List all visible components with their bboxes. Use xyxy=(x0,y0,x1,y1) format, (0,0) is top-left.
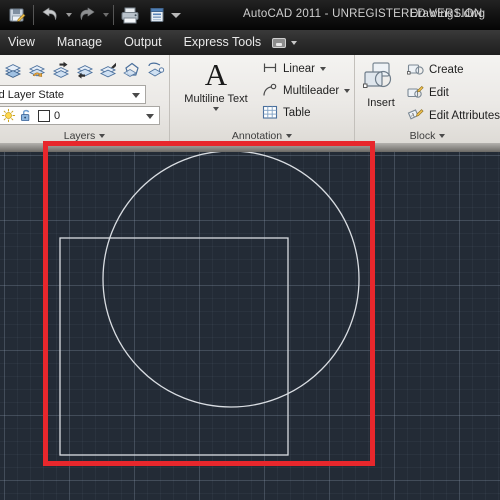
ribbon-tab-bar: View Manage Output Express Tools xyxy=(0,30,500,55)
edit-attributes-icon: A xyxy=(407,109,424,120)
svg-text:A: A xyxy=(411,112,415,118)
redo-dropdown-caret-icon[interactable] xyxy=(101,2,110,28)
table-icon xyxy=(262,105,278,119)
unlocked-padlock-icon[interactable] xyxy=(20,108,34,123)
save-as-icon[interactable] xyxy=(4,2,30,28)
block-item-list: Create Edit A Edit Attributes xyxy=(407,55,500,128)
tab-output[interactable]: Output xyxy=(113,30,173,55)
panel-block-label[interactable]: Block xyxy=(355,128,500,143)
display-panel-icon[interactable] xyxy=(272,37,287,48)
panel-block: Insert Create Edit A Edit Attributes Blo… xyxy=(355,55,500,143)
panel-layers: ved Layer State xyxy=(0,55,170,143)
layer-previous-icon[interactable] xyxy=(73,58,96,83)
text-A-icon: A xyxy=(204,57,228,92)
panel-annotation-body: A Multiline Text Linear Multileader Tabl… xyxy=(170,55,354,128)
redo-icon[interactable] xyxy=(74,2,100,28)
layer-state-combo[interactable]: ved Layer State xyxy=(0,85,146,104)
toolbar-separator-2 xyxy=(113,5,114,25)
lightbulb-on-icon[interactable] xyxy=(1,108,16,123)
layer-color-swatch[interactable] xyxy=(38,109,50,122)
panel-layers-body: ved Layer State xyxy=(0,55,169,128)
plot-icon[interactable] xyxy=(117,2,143,28)
circle-entity[interactable] xyxy=(102,152,360,408)
drawing-entities xyxy=(59,152,360,456)
block-content: Insert Create Edit A Edit Attributes xyxy=(355,55,500,128)
chevron-down-icon[interactable] xyxy=(291,40,298,45)
linear-dimension-button[interactable]: Linear xyxy=(262,60,350,77)
chevron-down-icon[interactable] xyxy=(286,133,293,138)
annotation-content: A Multiline Text Linear Multileader Tabl… xyxy=(170,55,354,128)
ribbon-bottom-strip xyxy=(0,143,500,152)
undo-dropdown-caret-icon[interactable] xyxy=(64,2,73,28)
layer-make-current-icon[interactable] xyxy=(49,58,72,83)
edit-block-label: Edit xyxy=(429,86,449,99)
undo-icon[interactable] xyxy=(37,2,63,28)
table-button[interactable]: Table xyxy=(262,104,350,121)
workspace-icon[interactable] xyxy=(144,2,170,28)
chevron-down-icon[interactable] xyxy=(319,66,326,71)
layer-change-to-current-icon[interactable] xyxy=(97,58,120,83)
square-entity[interactable] xyxy=(59,237,289,456)
panel-block-label-text: Block xyxy=(409,129,436,142)
multileader-button[interactable]: Multileader xyxy=(262,82,351,99)
drawing-canvas[interactable] xyxy=(0,152,500,500)
panel-annotation: A Multiline Text Linear Multileader Tabl… xyxy=(170,55,355,143)
toolbar-separator xyxy=(33,5,34,25)
linear-dimension-label: Linear xyxy=(283,62,315,75)
edit-attributes-label: Edit Attributes xyxy=(429,109,500,122)
ribbon: ved Layer State xyxy=(0,55,500,143)
insert-block-icon xyxy=(363,62,392,88)
current-layer-combo[interactable]: 0 xyxy=(0,106,160,125)
document-title: Drawing1.dwg xyxy=(410,8,486,20)
chevron-down-icon[interactable] xyxy=(132,93,140,98)
layer-freeze-icon[interactable] xyxy=(144,58,167,83)
edit-attributes-button[interactable]: A Edit Attributes xyxy=(407,107,500,124)
customize-caret-icon[interactable] xyxy=(170,2,181,28)
panel-annotation-label[interactable]: Annotation xyxy=(170,128,354,143)
ribbon-display-options xyxy=(272,37,500,48)
table-label: Table xyxy=(283,106,311,119)
layer-isolate-icon[interactable] xyxy=(121,58,144,83)
quick-access-toolbar xyxy=(0,0,181,30)
chevron-down-icon[interactable] xyxy=(344,88,351,93)
annotation-item-list: Linear Multileader Table xyxy=(262,55,351,128)
chevron-down-icon[interactable] xyxy=(99,133,106,138)
chevron-down-icon[interactable] xyxy=(213,107,219,111)
chevron-down-icon[interactable] xyxy=(439,133,446,138)
layer-state-value: ved Layer State xyxy=(0,88,65,101)
layer-match-icon[interactable] xyxy=(26,58,49,83)
panel-block-body: Insert Create Edit A Edit Attributes xyxy=(355,55,500,128)
multiline-text-label: Multiline Text xyxy=(184,93,248,105)
edit-block-button[interactable]: Edit xyxy=(407,84,500,101)
edit-block-icon xyxy=(407,85,424,98)
layer-properties-icon[interactable] xyxy=(2,58,25,83)
tab-manage[interactable]: Manage xyxy=(46,30,113,55)
create-block-icon xyxy=(407,64,424,75)
insert-block-label: Insert xyxy=(367,97,395,109)
create-block-label: Create xyxy=(429,63,464,76)
panel-layers-label-text: Layers xyxy=(63,129,96,142)
linear-dimension-icon xyxy=(263,63,277,72)
panel-annotation-label-text: Annotation xyxy=(231,129,283,142)
insert-block-button[interactable]: Insert xyxy=(355,55,407,128)
autocad-window: AutoCAD 2011 - UNREGISTERED VERSION Draw… xyxy=(0,0,500,500)
multiline-text-button[interactable]: A Multiline Text xyxy=(170,55,262,128)
panel-layers-label[interactable]: Layers xyxy=(0,128,169,143)
title-bar: AutoCAD 2011 - UNREGISTERED VERSION Draw… xyxy=(0,0,500,30)
multileader-icon xyxy=(263,83,277,96)
current-layer-name: 0 xyxy=(54,109,61,122)
create-block-button[interactable]: Create xyxy=(407,61,500,78)
multileader-label: Multileader xyxy=(283,84,340,97)
tab-view[interactable]: View xyxy=(0,30,46,55)
tab-express-tools[interactable]: Express Tools xyxy=(173,30,273,55)
chevron-down-icon[interactable] xyxy=(146,114,154,119)
layer-tool-row xyxy=(0,55,169,83)
